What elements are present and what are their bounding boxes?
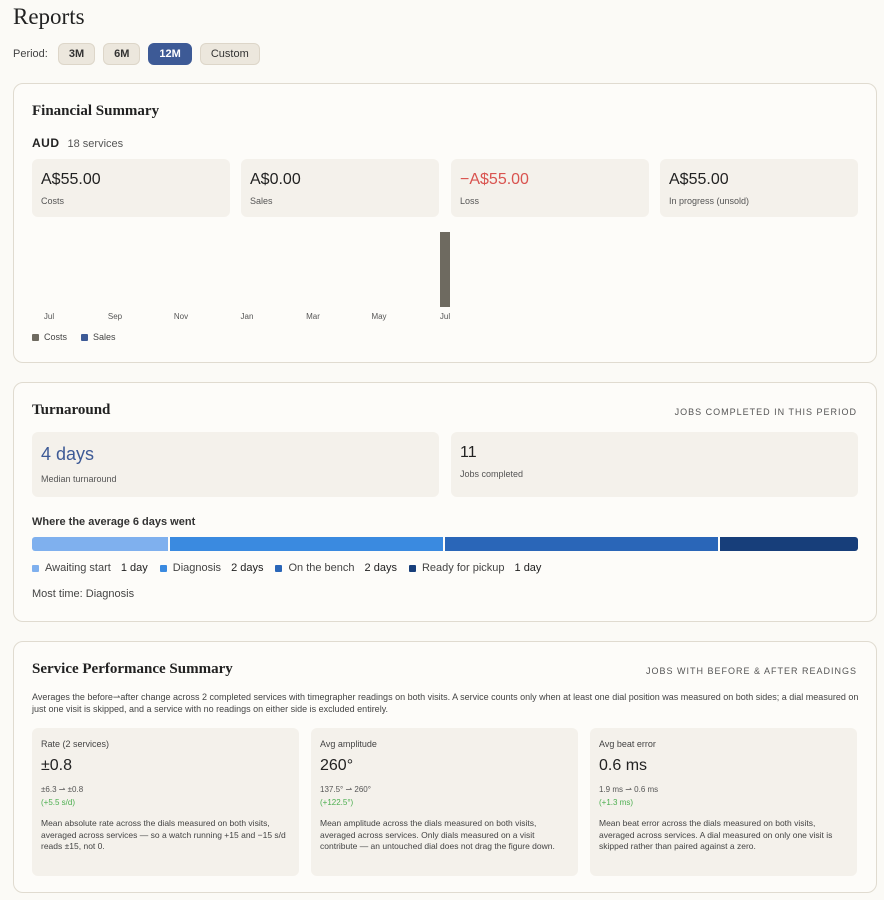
jobs-completed-tile: 11 Jobs completed	[451, 432, 858, 497]
period-custom-button[interactable]: Custom	[199, 43, 260, 65]
legend-awaiting-start: Awaiting start 1 day	[32, 562, 148, 574]
on-the-bench-swatch	[275, 564, 283, 572]
period-selector: Period: 3M 6M 12M Custom	[13, 43, 260, 65]
legend-costs-swatch	[32, 333, 39, 341]
amplitude-label: Avg amplitude	[320, 739, 377, 749]
rate-delta: (+5.5 s/d)	[41, 798, 76, 807]
median-turnaround-label: Median turnaround	[41, 474, 117, 484]
service-performance-caption: Jobs with before & after readings	[645, 666, 857, 676]
legend-costs: Costs	[32, 332, 67, 342]
service-performance-description: Averages the before⇀after change across …	[32, 692, 859, 714]
rate-note: Mean absolute rate across the dials meas…	[41, 818, 286, 851]
jobs-completed-label: Jobs completed	[460, 469, 524, 479]
x-tick-label: Jan	[240, 312, 254, 321]
median-turnaround-value: 4 days	[41, 444, 95, 464]
diagnosis-swatch	[159, 564, 167, 572]
sales-label: Sales	[250, 196, 273, 206]
on-the-bench-days: 2 days	[364, 562, 397, 574]
service-performance-card: Service Performance Summary Jobs with be…	[13, 641, 877, 893]
financial-summary-card: Financial Summary AUD 18 services A$55.0…	[13, 83, 877, 363]
page-title: Reports	[13, 4, 85, 29]
rate-tile: Rate (2 services) ±0.8 ±6.3 ⇀ ±0.8 (+5.5…	[32, 728, 299, 876]
amplitude-range: 137.5° ⇀ 260°	[320, 785, 371, 794]
x-tick-label: Mar	[306, 312, 320, 321]
median-turnaround-tile: 4 days Median turnaround	[32, 432, 439, 497]
amplitude-tile: Avg amplitude 260° 137.5° ⇀ 260° (+122.5…	[311, 728, 578, 876]
legend-costs-label: Costs	[44, 332, 68, 342]
amplitude-delta: (+122.5°)	[320, 798, 354, 807]
most-time-text: Most time: Diagnosis	[32, 588, 135, 600]
loss-value: −A$55.00	[460, 171, 529, 188]
rate-label: Rate (2 services)	[41, 739, 110, 749]
in-progress-label: In progress (unsold)	[669, 196, 750, 206]
beat-error-note: Mean beat error across the dials measure…	[599, 818, 833, 851]
segment-diagnosis	[169, 537, 445, 551]
ready-for-pickup-label: Ready for pickup	[421, 562, 505, 574]
rate-range: ±6.3 ⇀ ±0.8	[41, 785, 84, 794]
loss-tile: −A$55.00 Loss	[451, 159, 649, 217]
jobs-completed-value: 11	[460, 444, 477, 461]
amplitude-value: 260°	[320, 757, 354, 774]
x-tick-label: Jul	[439, 312, 451, 321]
beat-error-range: 1.9 ms ⇀ 0.6 ms	[599, 785, 659, 794]
loss-label: Loss	[460, 196, 480, 206]
legend-ready-for-pickup: Ready for pickup 1 day	[408, 562, 542, 574]
in-progress-tile: A$55.00 In progress (unsold)	[660, 159, 858, 217]
sales-value: A$0.00	[250, 171, 301, 188]
turnaround-card: Turnaround Jobs completed in this period…	[13, 382, 877, 622]
segment-on-the-bench	[444, 537, 721, 551]
currency-row: AUD 18 services	[32, 136, 123, 150]
segment-ready-for-pickup	[720, 537, 858, 551]
service-count: 18 services	[67, 138, 124, 150]
turnaround-stacked-bar	[32, 537, 858, 551]
amplitude-note: Mean amplitude across the dials measured…	[320, 818, 555, 851]
breakdown-title: Where the average 6 days went	[32, 516, 196, 528]
awaiting-start-label: Awaiting start	[45, 562, 111, 574]
in-progress-value: A$55.00	[669, 171, 729, 188]
financial-bar-chart: Jul Sep Nov Jan Mar May Jul	[32, 232, 462, 322]
turnaround-caption: Jobs completed in this period	[674, 407, 857, 417]
x-tick-label: Nov	[173, 312, 189, 321]
period-12m-button[interactable]: 12M	[148, 43, 192, 65]
diagnosis-label: Diagnosis	[172, 562, 222, 574]
legend-on-the-bench: On the bench 2 days	[275, 562, 397, 574]
service-performance-title: Service Performance Summary	[32, 661, 233, 677]
period-label: Period:	[13, 48, 48, 60]
legend-diagnosis: Diagnosis 2 days	[159, 562, 264, 574]
ready-for-pickup-days: 1 day	[514, 562, 542, 574]
chart-legend: Costs Sales	[32, 332, 116, 342]
period-6m-button[interactable]: 6M	[103, 43, 141, 65]
costs-tile: A$55.00 Costs	[32, 159, 230, 217]
ready-for-pickup-swatch	[408, 564, 416, 572]
legend-sales-swatch	[81, 333, 89, 341]
x-tick-label: May	[371, 312, 387, 321]
turnaround-legend: Awaiting start 1 day Diagnosis 2 days On…	[32, 562, 541, 574]
beat-error-label: Avg beat error	[599, 739, 656, 749]
chart-bar-costs-12	[440, 232, 450, 307]
beat-error-tile: Avg beat error 0.6 ms 1.9 ms ⇀ 0.6 ms (+…	[590, 728, 857, 876]
period-3m-button[interactable]: 3M	[57, 43, 96, 65]
legend-sales: Sales	[81, 332, 116, 342]
costs-label: Costs	[41, 196, 65, 206]
rate-value: ±0.8	[41, 757, 73, 774]
financial-summary-title: Financial Summary	[32, 103, 160, 119]
segment-awaiting-start	[32, 537, 170, 551]
beat-error-value: 0.6 ms	[599, 757, 648, 774]
currency-code: AUD	[32, 136, 60, 150]
sales-tile: A$0.00 Sales	[241, 159, 439, 217]
x-tick-label: Sep	[107, 312, 123, 321]
x-tick-label: Jul	[43, 312, 55, 321]
awaiting-start-days: 1 day	[120, 562, 148, 574]
beat-error-delta: (+1.3 ms)	[599, 798, 634, 807]
turnaround-title: Turnaround	[32, 402, 111, 418]
costs-value: A$55.00	[41, 171, 101, 188]
legend-sales-label: Sales	[93, 332, 116, 342]
diagnosis-days: 2 days	[231, 562, 264, 574]
on-the-bench-label: On the bench	[288, 562, 355, 574]
awaiting-start-swatch	[32, 564, 39, 572]
